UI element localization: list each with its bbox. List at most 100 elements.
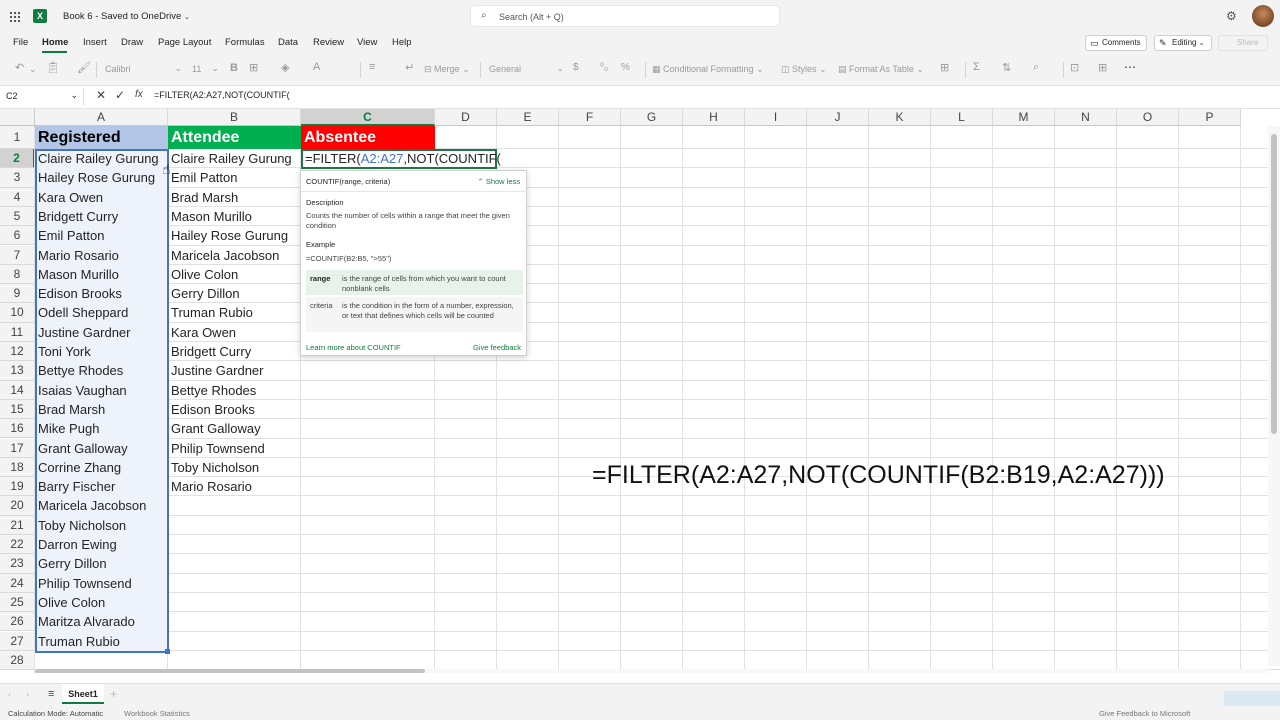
autosum-icon[interactable]: Σ bbox=[973, 61, 980, 73]
menu-file[interactable]: File bbox=[13, 37, 28, 48]
row-header-4[interactable]: 4 bbox=[0, 187, 35, 207]
sheet-tab-sheet1[interactable]: Sheet1 bbox=[62, 684, 104, 704]
search-box[interactable]: ⌕ Search (Alt + Q) bbox=[470, 5, 780, 27]
row-header-2[interactable]: 2 bbox=[0, 149, 35, 169]
attendee-cell[interactable]: Truman Rubio bbox=[168, 303, 301, 322]
menu-formulas[interactable]: Formulas bbox=[225, 37, 265, 48]
row-header-3[interactable]: 3 bbox=[0, 168, 35, 188]
more-options-icon[interactable]: ⋯ bbox=[1124, 60, 1136, 74]
row-header-18[interactable]: 18 bbox=[0, 457, 35, 478]
attendee-cell[interactable]: Gerry Dillon bbox=[168, 284, 301, 303]
row-header-28[interactable]: 28 bbox=[0, 650, 35, 671]
menu-view[interactable]: View bbox=[357, 37, 377, 48]
share-button[interactable]: Share bbox=[1218, 35, 1268, 51]
column-header-c[interactable]: C bbox=[301, 109, 435, 126]
column-header-i[interactable]: I bbox=[745, 109, 807, 126]
cancel-icon[interactable]: ✕ bbox=[96, 88, 106, 102]
currency-icon[interactable]: $ bbox=[573, 62, 579, 73]
column-header-l[interactable]: L bbox=[931, 109, 993, 126]
row-header-25[interactable]: 25 bbox=[0, 592, 35, 613]
add-sheet-icon[interactable]: + bbox=[110, 687, 117, 701]
attendee-cell[interactable]: Mario Rosario bbox=[168, 477, 301, 496]
fill-color-icon[interactable]: ◈ bbox=[281, 61, 289, 74]
all-sheets-menu-icon[interactable]: ≡ bbox=[48, 688, 54, 700]
font-size-select[interactable]: 11 ⌄ bbox=[188, 62, 222, 78]
paste-icon[interactable]: 📋︎ bbox=[46, 61, 60, 74]
format-painter-icon[interactable]: 🖌︎ bbox=[77, 61, 91, 74]
zoom-panel[interactable] bbox=[1224, 691, 1280, 707]
decimal-icon[interactable]: ⁰₀ bbox=[600, 62, 608, 73]
sort-filter-icon[interactable]: ⇅ bbox=[1002, 61, 1011, 74]
row-header-17[interactable]: 17 bbox=[0, 438, 35, 458]
workbook-statistics[interactable]: Workbook Statistics bbox=[124, 709, 190, 718]
attendee-cell[interactable]: Mason Murillo bbox=[168, 207, 301, 226]
row-header-23[interactable]: 23 bbox=[0, 554, 35, 574]
document-title[interactable]: Book 6 - Saved to OneDrive ⌄ bbox=[63, 11, 190, 22]
row-header-9[interactable]: 9 bbox=[0, 284, 35, 304]
attendee-cell[interactable]: Philip Townsend bbox=[168, 439, 301, 458]
show-less-link[interactable]: ⌃ Show less bbox=[477, 177, 520, 186]
attendee-cell[interactable]: Justine Gardner bbox=[168, 361, 301, 380]
attendee-cell[interactable]: Grant Galloway bbox=[168, 419, 301, 438]
bold-icon[interactable]: B bbox=[230, 62, 238, 74]
absentee-header[interactable]: Absentee bbox=[301, 126, 435, 149]
editing-mode-button[interactable]: ✎ Editing ⌄ bbox=[1154, 35, 1212, 51]
calculation-mode[interactable]: Calculation Mode: Automatic bbox=[8, 709, 103, 718]
row-header-21[interactable]: 21 bbox=[0, 515, 35, 535]
range-resize-handle[interactable] bbox=[165, 649, 170, 654]
format-as-table-button[interactable]: ▤ Format As Table ⌄ bbox=[838, 64, 924, 75]
attendee-cell[interactable]: Claire Railey Gurung bbox=[168, 149, 301, 168]
attendee-cell[interactable]: Maricela Jacobson bbox=[168, 246, 301, 265]
give-feedback-link[interactable]: Give feedback bbox=[473, 343, 521, 352]
row-header-13[interactable]: 13 bbox=[0, 361, 35, 381]
number-format-select[interactable]: General ⌄ bbox=[485, 62, 567, 78]
row-header-27[interactable]: 27 bbox=[0, 631, 35, 651]
function-icon[interactable]: fx bbox=[135, 89, 143, 100]
comments-button[interactable]: ▭ Comments bbox=[1085, 35, 1147, 51]
attendee-cell[interactable]: Bridgett Curry bbox=[168, 342, 301, 361]
chevron-down-icon[interactable]: ⌄ bbox=[29, 64, 37, 75]
column-header-h[interactable]: H bbox=[683, 109, 745, 126]
column-header-k[interactable]: K bbox=[869, 109, 931, 126]
attendee-cell[interactable]: Brad Marsh bbox=[168, 188, 301, 207]
insert-cells-icon[interactable]: ⊞ bbox=[940, 61, 949, 74]
select-all-corner[interactable] bbox=[0, 109, 35, 126]
row-header-1[interactable]: 1 bbox=[0, 126, 35, 149]
formula-input[interactable]: =FILTER(A2:A27,NOT(COUNTIF( bbox=[154, 90, 290, 100]
percent-icon[interactable]: % bbox=[621, 62, 630, 73]
column-header-f[interactable]: F bbox=[559, 109, 621, 126]
merge-button[interactable]: ⊟ Merge ⌄ bbox=[424, 64, 470, 75]
row-header-11[interactable]: 11 bbox=[0, 322, 35, 342]
attendee-header[interactable]: Attendee bbox=[168, 126, 301, 149]
column-header-d[interactable]: D bbox=[435, 109, 497, 126]
column-header-m[interactable]: M bbox=[993, 109, 1055, 126]
scroll-left-icon[interactable]: ‹ bbox=[8, 689, 11, 699]
row-header-12[interactable]: 12 bbox=[0, 342, 35, 362]
horizontal-scroll-thumb[interactable] bbox=[35, 669, 425, 673]
align-icon[interactable]: ≡ bbox=[369, 61, 375, 73]
feedback-link[interactable]: Give Feedback to Microsoft bbox=[1099, 709, 1190, 718]
app-launcher-icon[interactable] bbox=[9, 10, 21, 23]
menu-help[interactable]: Help bbox=[392, 37, 412, 48]
row-header-26[interactable]: 26 bbox=[0, 612, 35, 632]
undo-icon[interactable]: ↶ bbox=[15, 61, 24, 74]
enter-check-icon[interactable]: ✓ bbox=[115, 88, 125, 102]
attendee-cell[interactable]: Kara Owen bbox=[168, 323, 301, 342]
horizontal-scrollbar[interactable] bbox=[35, 669, 1268, 673]
row-header-20[interactable]: 20 bbox=[0, 496, 35, 516]
menu-page-layout[interactable]: Page Layout bbox=[158, 37, 211, 48]
row-header-14[interactable]: 14 bbox=[0, 380, 35, 400]
addins-icon[interactable]: ⊞ bbox=[1098, 61, 1107, 74]
menu-home[interactable]: Home bbox=[42, 37, 68, 48]
vertical-scroll-thumb[interactable] bbox=[1271, 134, 1277, 434]
attendee-cell[interactable]: Edison Brooks bbox=[168, 400, 301, 419]
name-box[interactable]: C2 ⌄ bbox=[0, 88, 84, 106]
menu-review[interactable]: Review bbox=[313, 37, 344, 48]
vertical-scrollbar[interactable] bbox=[1268, 126, 1280, 666]
active-cell-c2[interactable]: =FILTER(A2:A27,NOT(COUNTIF( bbox=[301, 149, 501, 169]
font-color-icon[interactable]: A bbox=[313, 61, 320, 73]
conditional-formatting-button[interactable]: ▦ Conditional Formatting ⌄ bbox=[652, 64, 764, 75]
column-header-g[interactable]: G bbox=[621, 109, 683, 126]
row-header-19[interactable]: 19 bbox=[0, 477, 35, 497]
menu-data[interactable]: Data bbox=[278, 37, 298, 48]
